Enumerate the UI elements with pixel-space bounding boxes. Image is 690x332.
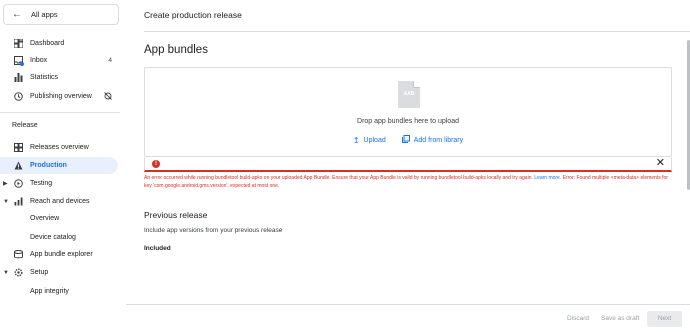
footer-bar: Discard Save as draft Next [126,304,690,332]
sidebar-item-reach-and-devices[interactable]: ▼ Reach and devices [0,193,118,210]
publishing-off-icon [104,91,112,102]
reach-devices-icon [13,197,23,207]
sidebar-item-label: Inbox [30,57,48,64]
sidebar-item-setup[interactable]: ▼ Setup [0,264,118,281]
sidebar-item-app-bundle-explorer[interactable]: App bundle explorer [0,246,118,263]
sidebar-item-label: Statistics [30,74,59,81]
save-as-draft-button[interactable]: Save as draft [601,312,639,326]
sidebar-item-label: App bundle explorer [30,251,93,258]
testing-icon [13,179,23,189]
sidebar-item-label: Testing [30,180,53,187]
close-icon[interactable]: ✕ [656,157,665,170]
aab-file-label: AAB [403,91,415,97]
included-label: Included [144,245,171,252]
app-bundles-heading: App bundles [144,44,208,56]
sidebar-item-testing[interactable]: ▶ Testing [0,175,118,192]
sidebar-item-label: Device catalog [30,234,76,241]
sidebar-item-production[interactable]: Production [0,157,118,174]
dashboard-icon [13,39,23,49]
setup-icon [13,268,23,278]
caret-right-icon[interactable]: ▶ [3,180,8,187]
page-title: Create production release [144,10,242,20]
sidebar-item-releases-overview[interactable]: Releases overview [0,139,118,156]
sidebar-item-label: Dashboard [30,40,65,47]
sidebar-divider [0,112,120,113]
production-icon [13,161,23,171]
error-message: An error occurred while running bundleto… [144,175,674,190]
main-content: Create production release App bundles AA… [126,0,690,332]
statistics-icon [13,73,23,83]
sidebar-item-app-integrity[interactable]: App integrity [0,283,118,300]
play-console-app: ← All apps Dashboard Inbox 4 Statistics [0,0,690,332]
caret-down-icon[interactable]: ▼ [3,270,9,276]
sidebar-item-device-catalog[interactable]: Device catalog [0,229,118,246]
bundle-explorer-icon [13,250,23,260]
upload-icon: ↥ [352,135,360,145]
all-apps-button[interactable]: ← All apps [3,4,119,25]
discard-button[interactable]: Discard [567,312,589,326]
app-bundle-dropzone[interactable]: AAB Drop app bundles here to upload ↥ Up… [144,67,672,157]
sidebar-item-statistics[interactable]: Statistics [0,69,118,86]
sidebar: ← All apps Dashboard Inbox 4 Statistics [0,0,126,332]
title-divider [144,31,690,32]
add-from-library-label: Add from library [413,136,464,144]
sidebar-item-dashboard[interactable]: Dashboard [0,35,118,52]
release-section-label: Release [12,122,38,129]
sidebar-item-label: Setup [30,269,49,276]
upload-label: Upload [363,136,386,144]
inbox-badge-dot [20,62,24,66]
previous-release-heading: Previous release [144,210,208,220]
upload-button[interactable]: ↥ Upload [353,135,386,145]
dropzone-actions: ↥ Upload Add from library [145,135,671,145]
sidebar-item-publishing-overview[interactable]: Publishing overview [0,88,118,105]
all-apps-label: All apps [31,10,58,19]
add-from-library-button[interactable]: Add from library [401,135,464,145]
error-banner: ! ✕ [144,157,672,172]
back-arrow-icon: ← [12,9,22,20]
sidebar-item-inbox[interactable]: Inbox 4 [0,52,118,69]
library-icon [401,135,410,145]
publishing-icon [13,92,23,102]
releases-overview-icon [13,143,23,153]
sidebar-item-label: Overview [30,215,60,222]
sidebar-item-label: App integrity [30,288,69,295]
sidebar-item-label: Reach and devices [30,198,90,205]
error-icon: ! [152,160,160,168]
sidebar-item-overview[interactable]: Overview [0,210,118,227]
aab-file-icon: AAB [398,81,420,108]
sidebar-item-label: Releases overview [30,144,89,151]
learn-more-link[interactable]: Learn more. [534,175,561,181]
sidebar-item-label: Production [30,162,67,169]
inbox-count: 4 [108,57,112,64]
sidebar-item-label: Publishing overview [30,93,92,100]
next-button[interactable]: Next [647,311,682,327]
caret-down-icon[interactable]: ▼ [3,199,9,205]
dropzone-text: Drop app bundles here to upload [357,118,459,125]
previous-release-subtitle: Include app versions from your previous … [144,227,283,234]
error-message-text: An error occurred while running bundleto… [144,175,533,181]
